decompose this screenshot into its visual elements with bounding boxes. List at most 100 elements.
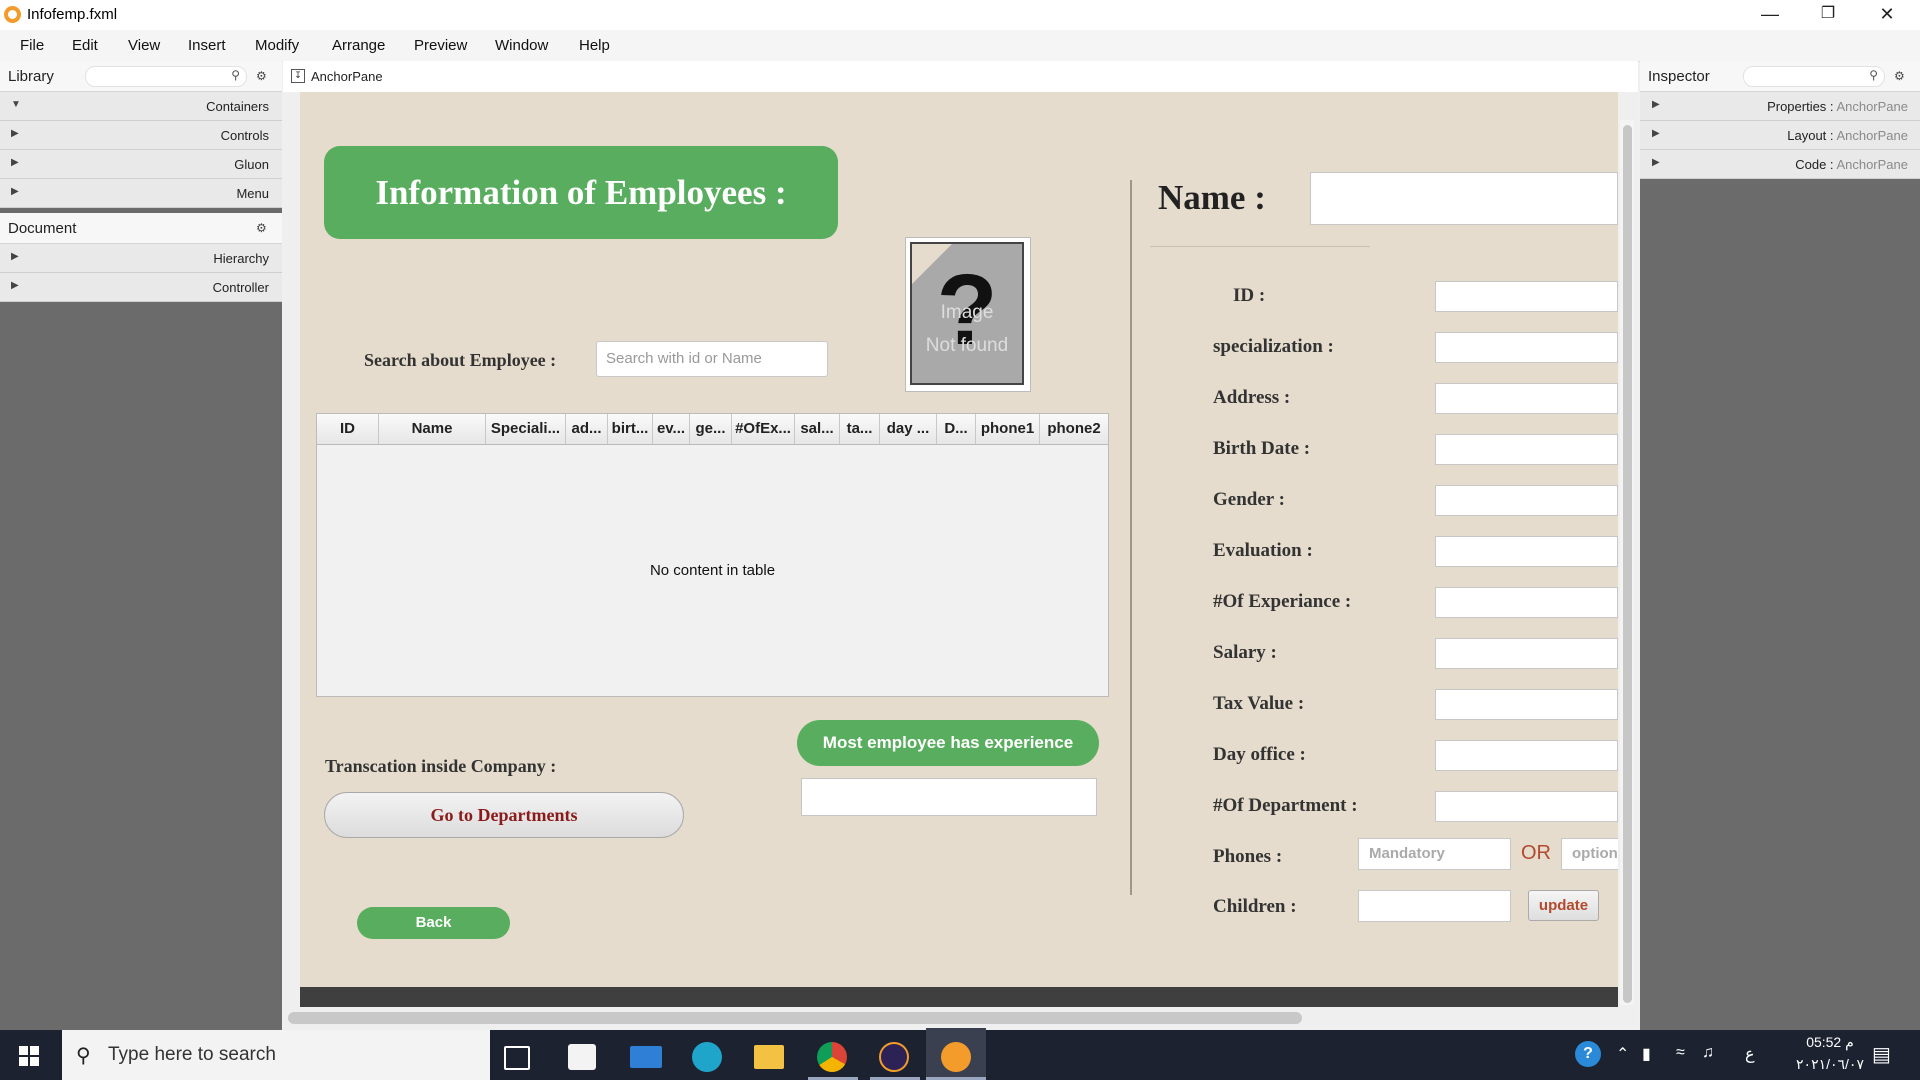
update-button[interactable]: update: [1528, 890, 1599, 921]
search-input[interactable]: Search with id or Name: [596, 341, 828, 377]
vertical-scrollbar-thumb[interactable]: [1623, 125, 1632, 1003]
library-section-gluon[interactable]: ▶ Gluon: [0, 150, 282, 179]
menu-modify[interactable]: Modify: [255, 37, 299, 54]
image-text-line1: Image: [940, 302, 994, 323]
left-panel: Library ⚲ ⚙ ▼ Containers ▶ Controls ▶ Gl…: [0, 61, 282, 1030]
maximize-button[interactable]: ❐: [1799, 0, 1857, 30]
column-header-phone2[interactable]: phone2: [1040, 414, 1108, 444]
clock-date[interactable]: ٢٠٢١/٠٦/٠٧: [1780, 1056, 1880, 1073]
table-empty-message: No content in table: [649, 562, 776, 579]
back-button[interactable]: Back: [357, 907, 510, 939]
phone2-field[interactable]: optional: [1561, 838, 1618, 870]
gear-icon[interactable]: ⚙: [256, 221, 267, 235]
column-header-name[interactable]: Name: [379, 414, 486, 444]
column-header-gender[interactable]: ge...: [690, 414, 732, 444]
wifi-icon[interactable]: ≈: [1676, 1044, 1685, 1062]
volume-icon[interactable]: ♫: [1702, 1044, 1714, 1062]
tax-value-field[interactable]: [1435, 689, 1618, 720]
library-section-controls[interactable]: ▶ Controls: [0, 121, 282, 150]
phone1-field[interactable]: Mandatory: [1358, 838, 1511, 870]
library-section-menu[interactable]: ▶ Menu: [0, 179, 282, 208]
go-to-departments-button[interactable]: Go to Departments: [324, 792, 684, 838]
file-explorer-icon[interactable]: [754, 1045, 784, 1069]
column-header-tax[interactable]: ta...: [840, 414, 880, 444]
task-view-icon[interactable]: [504, 1046, 530, 1070]
address-field[interactable]: [1435, 383, 1618, 414]
column-header-experience[interactable]: #OfEx...: [732, 414, 795, 444]
menu-help[interactable]: Help: [579, 37, 610, 54]
breadcrumb-anchorpane[interactable]: AnchorPane: [311, 69, 383, 84]
employees-title-banner: Information of Employees :: [324, 146, 838, 239]
library-section-containers[interactable]: ▼ Containers: [0, 92, 282, 121]
chevron-up-icon[interactable]: ⌃: [1616, 1044, 1629, 1064]
evaluation-field[interactable]: [1435, 536, 1618, 567]
id-label: ID :: [1233, 285, 1266, 306]
column-header-id[interactable]: ID: [317, 414, 379, 444]
employees-table[interactable]: ID Name Speciali... ad... birt... ev... …: [316, 413, 1109, 697]
inspector-search-input[interactable]: ⚲: [1743, 66, 1885, 87]
section-separator: :: [1826, 157, 1837, 172]
expand-right-icon: ▶: [1652, 157, 1660, 168]
inspector-section-properties[interactable]: ▶ Properties : AnchorPane: [1640, 92, 1920, 121]
chrome-icon[interactable]: [817, 1042, 847, 1072]
document-section-hierarchy[interactable]: ▶ Hierarchy: [0, 244, 282, 273]
document-section-controller[interactable]: ▶ Controller: [0, 273, 282, 302]
gear-icon[interactable]: ⚙: [256, 69, 267, 83]
menu-view[interactable]: View: [128, 37, 160, 54]
menu-insert[interactable]: Insert: [188, 37, 226, 54]
menu-file[interactable]: File: [20, 37, 44, 54]
taskbar-search-box[interactable]: ⚲ Type here to search: [62, 1030, 490, 1080]
experience-field[interactable]: [1435, 587, 1618, 618]
edge-icon[interactable]: [692, 1042, 722, 1072]
menu-window[interactable]: Window: [495, 37, 548, 54]
search-icon: ⚲: [231, 68, 240, 82]
expand-right-icon: ▶: [11, 157, 19, 168]
department-field[interactable]: [1435, 791, 1618, 822]
menu-preview[interactable]: Preview: [414, 37, 467, 54]
store-icon[interactable]: [568, 1044, 596, 1070]
gear-icon[interactable]: ⚙: [1894, 69, 1905, 83]
most-experience-field[interactable]: [801, 778, 1097, 816]
menu-arrange[interactable]: Arrange: [332, 37, 385, 54]
page-fold: [912, 244, 952, 284]
input-language-indicator[interactable]: ع: [1745, 1044, 1755, 1064]
inspector-section-code[interactable]: ▶ Code : AnchorPane: [1640, 150, 1920, 179]
column-header-address[interactable]: ad...: [566, 414, 608, 444]
gender-field[interactable]: [1435, 485, 1618, 516]
id-field[interactable]: [1435, 281, 1618, 312]
children-field[interactable]: [1358, 890, 1511, 922]
inspector-title: Inspector: [1648, 68, 1710, 85]
column-header-department[interactable]: D...: [937, 414, 976, 444]
menu-edit[interactable]: Edit: [72, 37, 98, 54]
most-experience-button[interactable]: Most employee has experience: [797, 720, 1099, 766]
children-label: Children :: [1213, 896, 1297, 917]
inspector-section-layout[interactable]: ▶ Layout : AnchorPane: [1640, 121, 1920, 150]
name-field[interactable]: [1310, 172, 1618, 225]
mail-icon[interactable]: [630, 1046, 662, 1068]
scene-builder-icon[interactable]: [941, 1042, 971, 1072]
minimize-button[interactable]: —: [1741, 0, 1799, 30]
column-header-phone1[interactable]: phone1: [976, 414, 1040, 444]
notifications-icon[interactable]: ▤: [1872, 1042, 1891, 1067]
windows-start-icon[interactable]: [19, 1046, 39, 1066]
column-header-day-office[interactable]: day ...: [880, 414, 937, 444]
or-label: OR: [1521, 842, 1551, 864]
column-header-specialization[interactable]: Speciali...: [486, 414, 566, 444]
salary-field[interactable]: [1435, 638, 1618, 669]
battery-icon[interactable]: ▮: [1642, 1044, 1651, 1064]
column-header-evaluation[interactable]: ev...: [653, 414, 690, 444]
gender-label: Gender :: [1213, 489, 1285, 510]
department-label: #Of Department :: [1213, 795, 1358, 816]
specialization-field[interactable]: [1435, 332, 1618, 363]
close-button[interactable]: ✕: [1858, 0, 1916, 30]
birth-date-field[interactable]: [1435, 434, 1618, 465]
library-search-input[interactable]: ⚲: [85, 66, 247, 87]
column-header-birth[interactable]: birt...: [608, 414, 653, 444]
clock-time[interactable]: 05:52 م: [1790, 1034, 1870, 1051]
eclipse-icon[interactable]: [879, 1042, 909, 1072]
column-header-salary[interactable]: sal...: [795, 414, 840, 444]
help-icon[interactable]: ?: [1575, 1041, 1601, 1067]
day-office-field[interactable]: [1435, 740, 1618, 771]
section-separator: :: [1826, 99, 1837, 114]
horizontal-scrollbar-thumb[interactable]: [288, 1012, 1302, 1024]
